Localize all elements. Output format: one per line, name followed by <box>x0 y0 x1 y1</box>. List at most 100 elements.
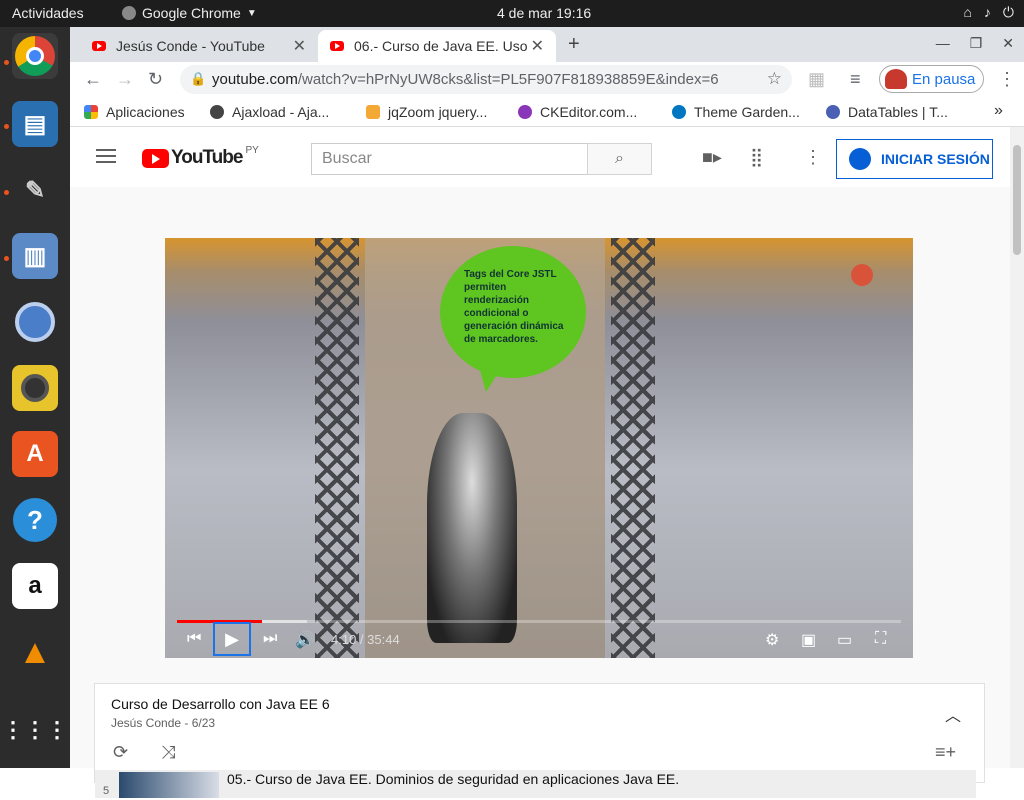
search-input[interactable]: Buscar <box>311 143 588 175</box>
tab-jesus-conde[interactable]: Jesús Conde - YouTube ✕ <box>80 30 318 62</box>
bookmark-ckeditor[interactable]: CKEditor.com... <box>518 104 637 120</box>
rhythmbox-icon[interactable] <box>12 365 58 411</box>
restore-icon[interactable]: ❐ <box>970 35 983 52</box>
save-playlist-icon[interactable]: ≡+ <box>935 742 956 763</box>
volume-icon: ♪ <box>983 4 991 20</box>
playlist-item-title: 05.- Curso de Java EE. Dominios de segur… <box>227 771 680 787</box>
youtube-play-logo-icon <box>142 148 169 168</box>
youtube-favicon-icon <box>92 41 106 51</box>
apps-icon[interactable]: ⣿ <box>750 147 763 168</box>
youtube-logo[interactable]: YouTube PY <box>142 145 259 169</box>
bookmark-ajaxload[interactable]: Ajaxload - Aja... <box>210 104 329 120</box>
volume-icon[interactable]: 🔊 <box>295 630 315 650</box>
youtube-header: YouTube PY Buscar ⌕ ■▸ ⣿ ⋮ INICIAR SESIÓ… <box>70 127 1010 187</box>
next-icon[interactable]: ⏭ <box>263 630 277 648</box>
software-center-icon[interactable]: A <box>12 431 58 477</box>
robot-figure <box>427 413 517 643</box>
chevron-down-icon: ▼ <box>246 7 257 19</box>
playlist-title[interactable]: Curso de Desarrollo con Java EE 6 <box>111 696 330 712</box>
bookmark-label: DataTables | T... <box>848 104 948 120</box>
bookmark-label: Theme Garden... <box>694 104 800 120</box>
help-icon[interactable]: ? <box>12 497 58 543</box>
dock: ▤ ✎ ▥ A ? a ▲ ⋮⋮⋮ <box>0 27 70 768</box>
tab-curso-java[interactable]: 06.- Curso de Java EE. Uso ✕ <box>318 30 556 62</box>
sign-in-button[interactable]: INICIAR SESIÓN <box>836 139 993 179</box>
speech-bubble: Tags del Core JSTL permiten renderizació… <box>440 246 586 392</box>
collapse-playlist-icon[interactable]: ︿ <box>945 702 961 726</box>
page-scrollbar[interactable] <box>1010 127 1024 768</box>
vlc-icon[interactable]: ▲ <box>12 629 58 675</box>
scrollbar-thumb[interactable] <box>1013 145 1021 255</box>
play-button[interactable]: ▶ <box>213 622 251 656</box>
extension-icon[interactable]: ▦ <box>808 69 825 90</box>
channel-watermark-icon[interactable] <box>851 264 873 286</box>
bookmark-datatables[interactable]: DataTables | T... <box>826 104 948 120</box>
close-tab-icon[interactable]: ✕ <box>531 36 544 56</box>
shuffle-icon[interactable]: ⤨ <box>161 742 175 763</box>
previous-icon[interactable]: ⏮ <box>187 630 201 648</box>
user-icon <box>849 148 871 170</box>
search-button[interactable]: ⌕ <box>587 143 652 175</box>
scaffold-right <box>611 238 655 658</box>
youtube-favicon-icon <box>330 41 344 51</box>
youtube-logo-text: YouTube <box>171 147 243 168</box>
miniplayer-icon[interactable]: ▣ <box>801 630 816 650</box>
bookmark-label: jqZoom jquery... <box>388 104 488 120</box>
settings-hd-icon[interactable]: ⚙ <box>765 630 779 650</box>
browser-toolbar: ← → ↻ 🔒 youtube.com/watch?v=hPrNyUW8cks&… <box>70 62 1024 97</box>
system-tray[interactable]: ⌂ ♪ ⏻ <box>963 4 1014 21</box>
video-player[interactable]: Tags del Core JSTL permiten renderizació… <box>165 238 913 658</box>
browser-window: Jesús Conde - YouTube ✕ 06.- Curso de Ja… <box>70 27 1024 798</box>
minimize-icon[interactable]: — <box>936 35 950 52</box>
playlist-item[interactable]: 5 05.- Curso de Java EE. Dominios de seg… <box>95 770 976 798</box>
new-tab-button[interactable]: + <box>568 33 580 56</box>
reload-icon[interactable]: ↻ <box>148 69 163 90</box>
forward-icon[interactable]: → <box>116 69 134 90</box>
lock-icon[interactable]: 🔒 <box>190 71 206 87</box>
running-indicator <box>4 190 9 195</box>
theater-mode-icon[interactable]: ▭ <box>837 630 852 650</box>
play-icon: ▶ <box>225 628 239 649</box>
amazon-icon[interactable]: a <box>12 563 58 609</box>
jq-icon <box>366 105 380 119</box>
address-bar[interactable]: 🔒 youtube.com/watch?v=hPrNyUW8cks&list=P… <box>180 65 792 94</box>
url-path: /watch?v=hPrNyUW8cks&list=PL5F907F818938… <box>297 71 719 88</box>
app-menu[interactable]: Google Chrome ▼ <box>122 5 257 21</box>
bookmark-apps[interactable]: Aplicaciones <box>84 104 185 120</box>
settings-kebab-icon[interactable]: ⋮ <box>804 147 822 168</box>
back-icon[interactable]: ← <box>84 69 102 90</box>
more-bookmarks-icon[interactable]: » <box>994 102 1003 120</box>
close-tab-icon[interactable]: ✕ <box>293 36 306 56</box>
progress-bar[interactable] <box>177 620 901 623</box>
chromium-icon[interactable] <box>12 299 58 345</box>
chrome-small-icon <box>122 6 136 20</box>
create-video-icon[interactable]: ■▸ <box>702 147 722 168</box>
youtube-page: YouTube PY Buscar ⌕ ■▸ ⣿ ⋮ INICIAR SESIÓ… <box>70 127 1010 798</box>
files-icon[interactable]: ▥ <box>12 233 58 279</box>
bookmark-star-icon[interactable]: ☆ <box>767 69 782 89</box>
globe-icon <box>210 105 224 119</box>
bookmark-theme-garden[interactable]: Theme Garden... <box>672 104 800 120</box>
profile-button[interactable]: En pausa <box>879 65 984 93</box>
activities-button[interactable]: Actividades <box>12 5 84 21</box>
playlist-subtitle: Jesús Conde - 6/23 <box>111 716 216 730</box>
url-text: youtube.com/watch?v=hPrNyUW8cks&list=PL5… <box>212 71 719 88</box>
sign-in-label: INICIAR SESIÓN <box>881 151 990 167</box>
chrome-dock-icon[interactable] <box>12 33 58 79</box>
editor-icon[interactable]: ✎ <box>12 167 58 213</box>
menu-kebab-icon[interactable]: ⋮ <box>998 69 1016 90</box>
clock[interactable]: 4 de mar 19:16 <box>497 5 591 21</box>
system-top-bar: Actividades Google Chrome ▼ 4 de mar 19:… <box>0 0 1024 27</box>
hamburger-menu-icon[interactable] <box>96 149 116 167</box>
loop-icon[interactable]: ⟳ <box>113 742 128 763</box>
media-queue-icon[interactable]: ≡ <box>850 69 861 90</box>
document-viewer-icon[interactable]: ▤ <box>12 101 58 147</box>
running-indicator <box>4 256 9 261</box>
bookmark-label: CKEditor.com... <box>540 104 638 120</box>
network-icon: ⌂ <box>963 4 972 20</box>
close-window-icon[interactable]: ✕ <box>1002 35 1014 52</box>
show-apps-icon[interactable]: ⋮⋮⋮ <box>2 707 68 753</box>
datatables-icon <box>826 105 840 119</box>
bookmark-jqzoom[interactable]: jqZoom jquery... <box>366 104 487 120</box>
fullscreen-icon[interactable]: ⛶ <box>875 630 886 648</box>
